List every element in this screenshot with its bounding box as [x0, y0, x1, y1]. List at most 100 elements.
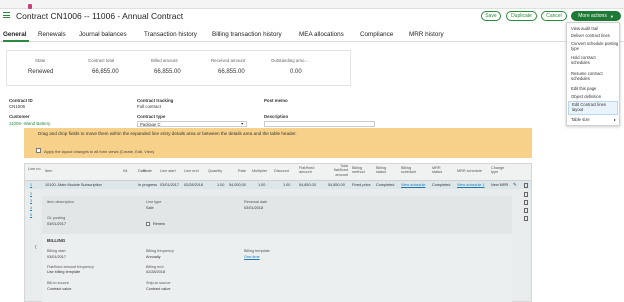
chevron-right-icon: ▸ — [614, 117, 617, 122]
hamburger-menu-icon[interactable] — [3, 12, 10, 18]
renew-checkbox[interactable] — [146, 222, 150, 226]
tab-billing-transaction-history[interactable]: Billing transaction history — [212, 31, 282, 38]
billing-section — [42, 234, 512, 302]
delete-row-icon[interactable] — [524, 200, 528, 205]
active-tab-indicator — [3, 40, 29, 42]
row-multiplier: 1.00 — [258, 183, 266, 187]
cursor-icon — [28, 4, 32, 9]
row-line-no[interactable]: 1 — [30, 183, 32, 187]
delete-row-icon[interactable] — [524, 208, 528, 213]
summary-label-state: State — [35, 58, 46, 63]
menu-item-table-size[interactable]: Table size — [571, 117, 590, 122]
billing-end-label: Billing end — [146, 265, 164, 269]
summary-label-received: Received amount — [211, 58, 246, 63]
renewal-date-label: Renewal date — [244, 200, 268, 204]
summary-value-billed: 66,855.00 — [154, 69, 181, 75]
billing-start-label: Billing start — [47, 249, 66, 253]
contract-type-label: Contract type — [137, 114, 166, 119]
customer-link[interactable]: 11006--Wand Battery — [9, 121, 50, 126]
menu-item-convert-schedule[interactable]: Convert schedule posting type — [571, 41, 619, 51]
col-header-mrr-schedule: MRR schedule — [457, 169, 482, 173]
tab-mea-allocations[interactable]: MEA allocations — [299, 31, 344, 38]
row-line-no[interactable]: 3 — [30, 199, 32, 203]
ship-to-source-label: Ship-to source — [146, 281, 171, 285]
duplicate-button[interactable]: Duplicate — [506, 11, 537, 21]
menu-item-edit-contract-lines-layout[interactable]: Edit Contract lines layout — [568, 101, 618, 115]
summary-value-received: 66,855.00 — [218, 69, 245, 75]
tab-compliance[interactable]: Compliance — [360, 31, 393, 38]
contract-type-value: Package C — [140, 122, 161, 127]
delete-row-icon[interactable] — [524, 216, 528, 221]
menu-item-view-audit-trail[interactable]: View audit trail — [571, 26, 598, 31]
renew-label: Renew — [153, 222, 165, 226]
billing-section-title: BILLING — [47, 238, 66, 243]
flat-frequency-value: Use billing template — [47, 270, 81, 274]
save-button[interactable]: Save — [481, 11, 501, 21]
ship-to-source-value: Contract value — [146, 287, 171, 291]
flat-frequency-label: Flat/fixed amount frequency — [47, 265, 94, 269]
billing-frequency-label: Billing frequency — [146, 249, 174, 253]
more-actions-button[interactable]: More actions ▼ — [571, 11, 621, 21]
row-line-start: 03/01/2017 — [160, 183, 180, 187]
row-billing-schedule-link[interactable]: View schedule — [401, 183, 425, 187]
row-flat-fixed: 54,850.00 — [299, 183, 316, 187]
menu-item-edit-this-page[interactable]: Edit this page — [571, 86, 596, 91]
row-state: In progress — [138, 183, 157, 187]
contract-type-select[interactable]: Package C ▼ — [137, 121, 247, 127]
summary-value-outstanding: 0.00 — [290, 69, 302, 75]
contract-id-label: Contract ID — [9, 98, 33, 103]
edit-pencil-icon[interactable]: ✎ — [513, 182, 517, 188]
bill-to-source-label: Bill-to source — [47, 281, 69, 285]
col-header-billing-schedule: Billing schedule — [401, 166, 417, 175]
chevron-down-icon: ▼ — [609, 13, 614, 19]
item-description-label: Item description — [47, 200, 74, 204]
row-line-no[interactable]: 5 — [30, 213, 32, 217]
col-header-kit: Kit — [123, 169, 128, 173]
summary-label-billed: Billed amount — [151, 58, 178, 63]
gl-posting-value: 03/01/2017 — [47, 222, 67, 226]
description-input[interactable] — [264, 121, 375, 127]
line-type-label: Line type — [146, 200, 162, 204]
col-header-item: Item — [45, 169, 53, 173]
col-header-billing-method: Billing method — [352, 166, 365, 175]
cancel-button[interactable]: Cancel — [541, 11, 567, 21]
more-actions-menu: View audit trail Deliver contract lines … — [566, 22, 620, 126]
tab-journal-balances[interactable]: Journal balances — [79, 31, 127, 38]
line-type-value: Sale — [146, 206, 154, 210]
expand-chevron-icon[interactable]: ❮ — [34, 244, 37, 249]
row-mrr-schedule-link[interactable]: View schedule 1 — [457, 183, 485, 187]
billing-end-value: 02/28/2018 — [146, 270, 166, 274]
billing-start-value: 03/01/2017 — [47, 255, 67, 259]
menu-item-resume-schedules[interactable]: Resume contract schedules — [571, 71, 619, 81]
customer-label: Customer — [9, 114, 30, 119]
row-quantity: 1.00 — [217, 183, 225, 187]
row-billing-status: Completed — [376, 183, 395, 187]
menu-item-object-definition[interactable]: Object definition — [571, 94, 601, 99]
menu-item-hold-schedules[interactable]: Hold contract schedules — [571, 55, 615, 65]
line-detail-panel — [42, 196, 512, 236]
col-header-multiplier: Multiplier — [252, 169, 268, 173]
row-line-no[interactable]: 4 — [30, 206, 32, 210]
billing-template-link[interactable]: One-time — [244, 255, 260, 259]
col-header-flat-fixed: Flat/fixed amount — [299, 166, 315, 175]
more-actions-label: More actions — [578, 13, 607, 19]
tab-transaction-history[interactable]: Transaction history — [144, 31, 197, 38]
apply-layout-checkbox[interactable] — [36, 148, 41, 153]
menu-item-deliver-contract-lines[interactable]: Deliver contract lines — [571, 33, 610, 38]
summary-value-state: Renewed — [28, 69, 54, 75]
col-header-line-no: Line no. — [28, 167, 42, 171]
tab-mrr-history[interactable]: MRR history — [409, 31, 444, 38]
tab-renewals[interactable]: Renewals — [38, 31, 66, 38]
row-line-no[interactable]: 2 — [30, 192, 32, 196]
delete-row-icon[interactable] — [524, 183, 528, 188]
row-line-end: 02/28/2018 — [184, 183, 204, 187]
col-header-discount: Discount — [274, 169, 289, 173]
delete-row-icon[interactable] — [524, 192, 528, 197]
row-discount: 1.00 — [283, 183, 291, 187]
tab-general[interactable]: General — [3, 31, 26, 38]
col-header-line-end: Line end — [184, 169, 199, 173]
col-header-mrr-status: MRR status — [432, 166, 443, 175]
row-total-flat-fixed: 54,850.00 — [328, 183, 345, 187]
summary-value-contract-total: 66,855.00 — [92, 69, 119, 75]
billing-frequency-value: Annually — [146, 255, 161, 259]
